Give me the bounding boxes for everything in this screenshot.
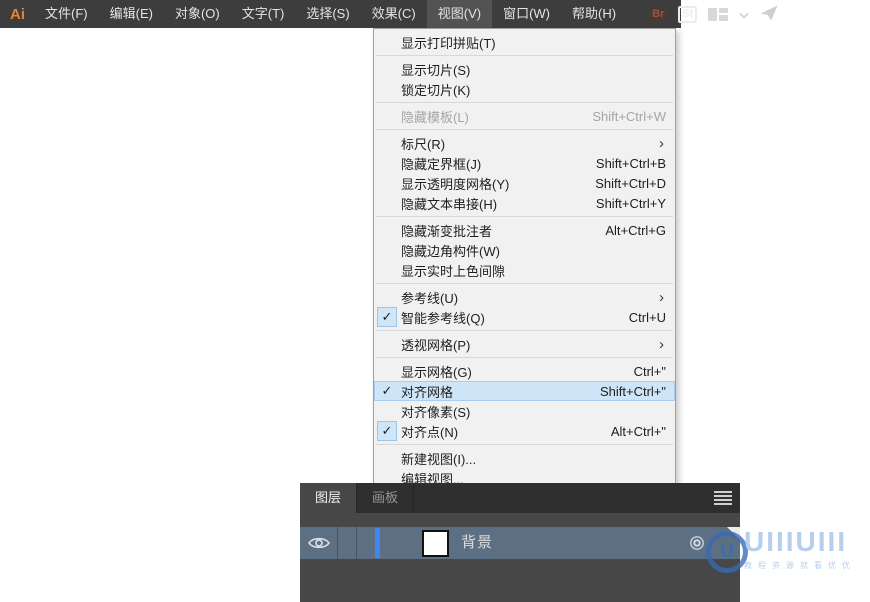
- menu-item-label: 智能参考线(Q): [401, 308, 485, 327]
- menubar-item-7[interactable]: 窗口(W): [492, 0, 561, 28]
- view-menu-dropdown: 显示打印拼贴(T) 显示切片(S)锁定切片(K) 隐藏模板(L) Shift+Ctrl…: [373, 28, 676, 492]
- menu-item-label: 对齐网格: [401, 382, 453, 401]
- checkmark-icon: ✓: [377, 421, 397, 441]
- layer-thumbnail: [422, 530, 449, 557]
- menu-item-label: 新建视图(I)...: [401, 449, 476, 468]
- view-menu-item-21[interactable]: 显示网格(G) Ctrl+": [374, 361, 675, 381]
- bridge-icon[interactable]: Br: [649, 7, 667, 22]
- view-menu-item-0[interactable]: 显示打印拼贴(T): [374, 32, 675, 52]
- menu-item-label: 对齐点(N): [401, 422, 458, 441]
- view-menu-item-12[interactable]: 隐藏渐变批注者 Alt+Ctrl+G: [374, 220, 675, 240]
- menu-item-shortcut: Shift+Ctrl+Y: [586, 196, 666, 211]
- menubar-item-0[interactable]: 文件(F): [34, 0, 99, 28]
- menu-separator: [376, 216, 673, 217]
- layers-panel-tabs: 图层 画板: [300, 483, 740, 513]
- row-column-divider: [356, 527, 357, 559]
- view-menu-item-19[interactable]: 透视网格(P) ›: [374, 334, 675, 354]
- tab-artboards[interactable]: 画板: [357, 483, 414, 513]
- view-menu-item-7[interactable]: 标尺(R) ›: [374, 133, 675, 153]
- workspace-icon[interactable]: [708, 8, 728, 21]
- menubar-item-1[interactable]: 编辑(E): [99, 0, 164, 28]
- menubar-right-icons: Br St: [649, 5, 778, 24]
- stock-icon[interactable]: St: [678, 6, 697, 23]
- uiiiuiii-logo-icon: U: [706, 531, 748, 573]
- menu-separator: [376, 102, 673, 103]
- menu-item-label: 隐藏边角构件(W): [401, 241, 500, 260]
- view-menu-item-23[interactable]: 对齐像素(S): [374, 401, 675, 421]
- view-menu-item-22[interactable]: ✓对齐网格 Shift+Ctrl+": [374, 381, 675, 401]
- view-menu-item-8[interactable]: 隐藏定界框(J) Shift+Ctrl+B: [374, 153, 675, 173]
- view-menu-item-9[interactable]: 显示透明度网格(Y) Shift+Ctrl+D: [374, 173, 675, 193]
- menu-item-shortcut: Ctrl+": [624, 364, 666, 379]
- menu-item-label: 隐藏定界框(J): [401, 154, 481, 173]
- view-menu-item-16[interactable]: 参考线(U) ›: [374, 287, 675, 307]
- menu-item-label: 对齐像素(S): [401, 402, 470, 421]
- layer-visibility-eye-icon[interactable]: [308, 536, 330, 550]
- menu-separator: [376, 330, 673, 331]
- layer-color-bar: [375, 528, 380, 558]
- layers-panel: 图层 画板 背景: [300, 483, 740, 602]
- menubar-item-4[interactable]: 选择(S): [295, 0, 360, 28]
- menu-item-shortcut: Alt+Ctrl+": [601, 424, 666, 439]
- menu-item-shortcut: Shift+Ctrl+D: [585, 176, 666, 191]
- layer-target-icon[interactable]: [689, 535, 705, 551]
- tab-layers[interactable]: 图层: [300, 483, 357, 513]
- menubar-item-3[interactable]: 文字(T): [231, 0, 296, 28]
- share-icon[interactable]: [760, 5, 778, 24]
- menu-separator: [376, 283, 673, 284]
- illustrator-app-icon: Ai: [0, 6, 34, 23]
- menubar-item-2[interactable]: 对象(O): [164, 0, 231, 28]
- view-menu-item-14[interactable]: 显示实时上色间隙: [374, 260, 675, 280]
- menu-item-label: 显示透明度网格(Y): [401, 174, 509, 193]
- view-menu-item-3[interactable]: 锁定切片(K): [374, 79, 675, 99]
- view-menu-item-2[interactable]: 显示切片(S): [374, 59, 675, 79]
- chevron-down-icon[interactable]: [739, 7, 749, 22]
- menu-item-label: 显示实时上色间隙: [401, 261, 505, 280]
- menu-item-shortcut: Ctrl+U: [619, 310, 666, 325]
- view-menu-item-17[interactable]: ✓智能参考线(Q) Ctrl+U: [374, 307, 675, 327]
- menu-separator: [376, 357, 673, 358]
- watermark-slogan: 教程资源就看优优: [744, 560, 856, 571]
- menu-item-shortcut: Shift+Ctrl+B: [586, 156, 666, 171]
- menubar: Ai 文件(F)编辑(E)对象(O)文字(T)选择(S)效果(C)视图(V)窗口…: [0, 0, 681, 28]
- submenu-arrow-icon: ›: [659, 290, 666, 305]
- menu-separator: [376, 444, 673, 445]
- menu-item-label: 显示切片(S): [401, 60, 470, 79]
- submenu-arrow-icon: ›: [659, 136, 666, 151]
- menu-item-label: 隐藏模板(L): [401, 107, 469, 126]
- view-menu-item-5[interactable]: 隐藏模板(L) Shift+Ctrl+W: [374, 106, 675, 126]
- layer-row[interactable]: 背景: [300, 527, 740, 559]
- menubar-item-8[interactable]: 帮助(H): [561, 0, 627, 28]
- checkmark-icon: ✓: [377, 381, 397, 401]
- menu-item-label: 隐藏渐变批注者: [401, 221, 492, 240]
- menu-item-label: 显示网格(G): [401, 362, 472, 381]
- menu-item-label: 透视网格(P): [401, 335, 470, 354]
- checkmark-icon: ✓: [377, 307, 397, 327]
- menu-separator: [376, 55, 673, 56]
- layer-name: 背景: [461, 527, 493, 559]
- menubar-item-5[interactable]: 效果(C): [361, 0, 427, 28]
- menu-item-shortcut: Shift+Ctrl+": [590, 384, 666, 399]
- watermark: UIIIUIII 教程资源就看优优: [744, 527, 856, 571]
- menu-item-label: 锁定切片(K): [401, 80, 470, 99]
- menubar-item-6[interactable]: 视图(V): [427, 0, 492, 28]
- panel-menu-icon[interactable]: [714, 491, 732, 505]
- submenu-arrow-icon: ›: [659, 337, 666, 352]
- watermark-logo-text: UIIIUIII: [744, 527, 856, 558]
- menu-separator: [376, 129, 673, 130]
- menubar-items: 文件(F)编辑(E)对象(O)文字(T)选择(S)效果(C)视图(V)窗口(W)…: [34, 0, 627, 28]
- menu-item-label: 标尺(R): [401, 134, 445, 153]
- menu-item-label: 隐藏文本串接(H): [401, 194, 497, 213]
- view-menu-item-13[interactable]: 隐藏边角构件(W): [374, 240, 675, 260]
- view-menu-item-24[interactable]: ✓对齐点(N) Alt+Ctrl+": [374, 421, 675, 441]
- menu-item-label: 参考线(U): [401, 288, 458, 307]
- view-menu-item-10[interactable]: 隐藏文本串接(H) Shift+Ctrl+Y: [374, 193, 675, 213]
- menu-item-label: 显示打印拼贴(T): [401, 33, 496, 52]
- menu-item-shortcut: Shift+Ctrl+W: [582, 109, 666, 124]
- view-menu-item-26[interactable]: 新建视图(I)...: [374, 448, 675, 468]
- row-column-divider: [337, 527, 338, 559]
- menu-item-shortcut: Alt+Ctrl+G: [595, 223, 666, 238]
